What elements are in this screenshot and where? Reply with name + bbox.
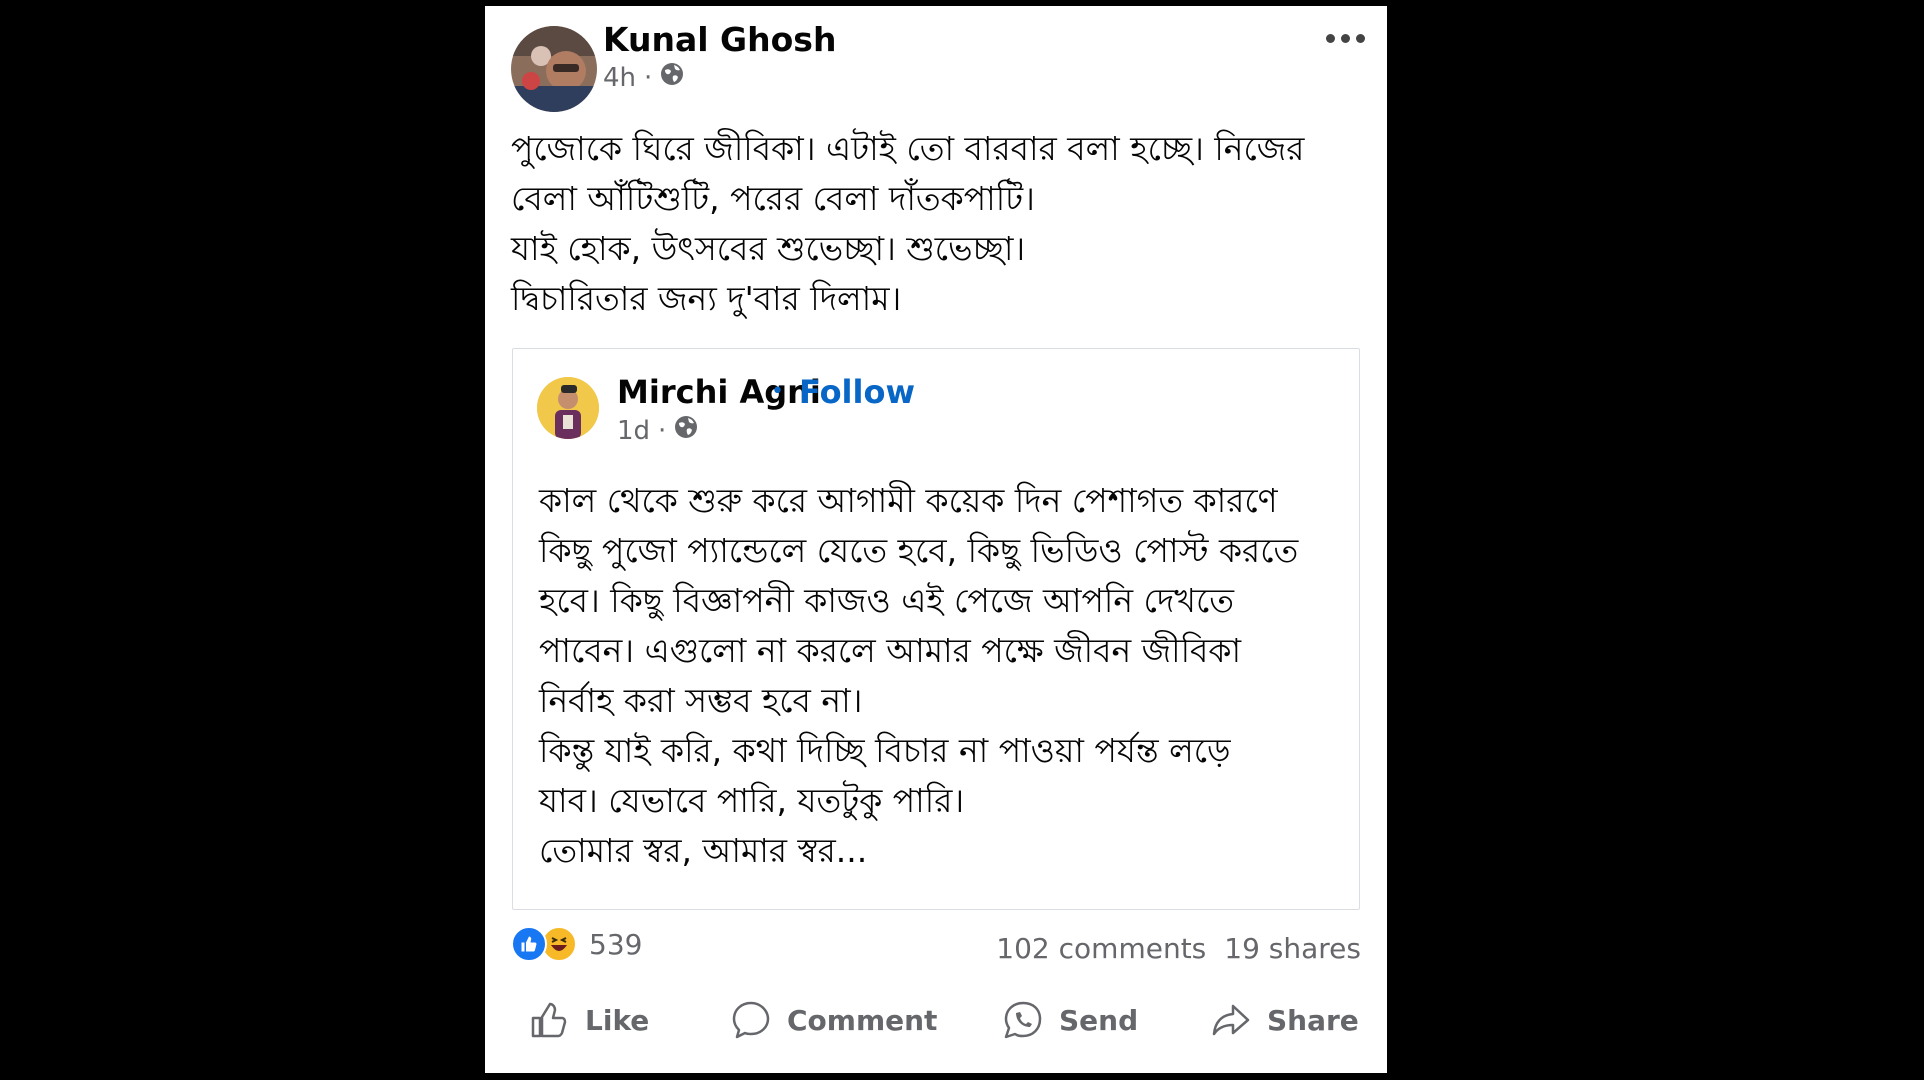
like-reaction-icon (511, 926, 547, 962)
whatsapp-icon (1004, 1001, 1042, 1039)
post-text-line: যাই হোক, উৎসবের শুভেচ্ছা। শুভেচ্ছা। (511, 229, 1026, 268)
follow-dot: • (771, 379, 784, 404)
comment-button[interactable]: Comment (729, 998, 937, 1042)
shared-text-line: কিন্তু যাই করি, কথা দিচ্ছি বিচার না পাওয… (539, 731, 1231, 770)
follow-button[interactable]: Follow (799, 373, 915, 411)
shared-time[interactable]: 1d (617, 416, 650, 446)
comment-icon (732, 1001, 770, 1039)
like-button[interactable]: Like (527, 998, 649, 1042)
share-label: Share (1267, 1003, 1359, 1037)
shared-meta: 1d · (617, 415, 698, 446)
shared-post-text: কাল থেকে শুরু করে আগামী কয়েক দিন পেশাগত… (539, 476, 1339, 876)
shared-author-name[interactable]: Mirchi Agni (617, 373, 821, 411)
post-card: Kunal Ghosh 4h · পুজোকে ঘিরে জীবিকা। এটা… (485, 6, 1387, 1073)
post-stats: 539 102 comments 19 shares (511, 922, 1361, 968)
shared-author-avatar[interactable] (537, 377, 599, 439)
shared-post[interactable]: Mirchi Agni • Follow 1d · কাল থেকে শুরু … (512, 348, 1360, 910)
post-text-line: পুজোকে ঘিরে জীবিকা। এটাই তো বারবার বলা হ… (511, 129, 1305, 168)
share-button[interactable]: Share (1209, 998, 1359, 1042)
shared-text-line: কিছু পুজো প্যান্ডেলে যেতে হবে, কিছু ভিডি… (539, 531, 1299, 570)
like-label: Like (585, 1003, 650, 1037)
reaction-count: 539 (589, 927, 643, 961)
post-text-line: দ্বিচারিতার জন্য দু'বার দিলাম। (511, 279, 902, 318)
shared-text-line: যাব। যেভাবে পারি, যতটুকু পারি। (539, 781, 965, 820)
send-button[interactable]: Send (1001, 998, 1138, 1042)
more-options-icon[interactable] (1326, 34, 1365, 43)
post-text-line: বেলা আঁটিশুটি, পরের বেলা দাঁতকপাটি। (511, 179, 1035, 218)
shared-text-line: পাবেন। এগুলো না করলে আমার পক্ষে জীবন জীব… (539, 631, 1242, 670)
globe-icon (674, 415, 698, 446)
globe-icon (660, 62, 684, 93)
shared-text-line: কাল থেকে শুরু করে আগামী কয়েক দিন পেশাগত… (539, 481, 1278, 520)
action-bar: Like Comment Send Share (485, 998, 1387, 1058)
post-meta: 4h · (603, 62, 684, 93)
post-time[interactable]: 4h (603, 63, 636, 93)
reactions-summary[interactable]: 539 (511, 926, 642, 962)
meta-separator: · (644, 62, 653, 93)
share-icon (1212, 1004, 1250, 1036)
meta-separator: · (658, 415, 667, 446)
shares-count[interactable]: 19 shares (1224, 932, 1361, 965)
post-text: পুজোকে ঘিরে জীবিকা। এটাই তো বারবার বলা হ… (511, 124, 1371, 324)
shared-text-line: হবে। কিছু বিজ্ঞাপনী কাজও এই পেজে আপনি দে… (539, 581, 1234, 620)
send-label: Send (1059, 1003, 1139, 1037)
author-name[interactable]: Kunal Ghosh (603, 20, 836, 59)
author-avatar[interactable] (511, 26, 597, 112)
like-icon (531, 1002, 567, 1038)
shared-text-line: নির্বাহ করা সম্ভব হবে না। (539, 681, 863, 720)
comment-label: Comment (787, 1003, 938, 1037)
comments-count[interactable]: 102 comments (996, 932, 1206, 965)
shared-text-line: তোমার স্বর, আমার স্বর... (539, 831, 868, 870)
engagement-counts: 102 comments 19 shares (996, 932, 1361, 965)
